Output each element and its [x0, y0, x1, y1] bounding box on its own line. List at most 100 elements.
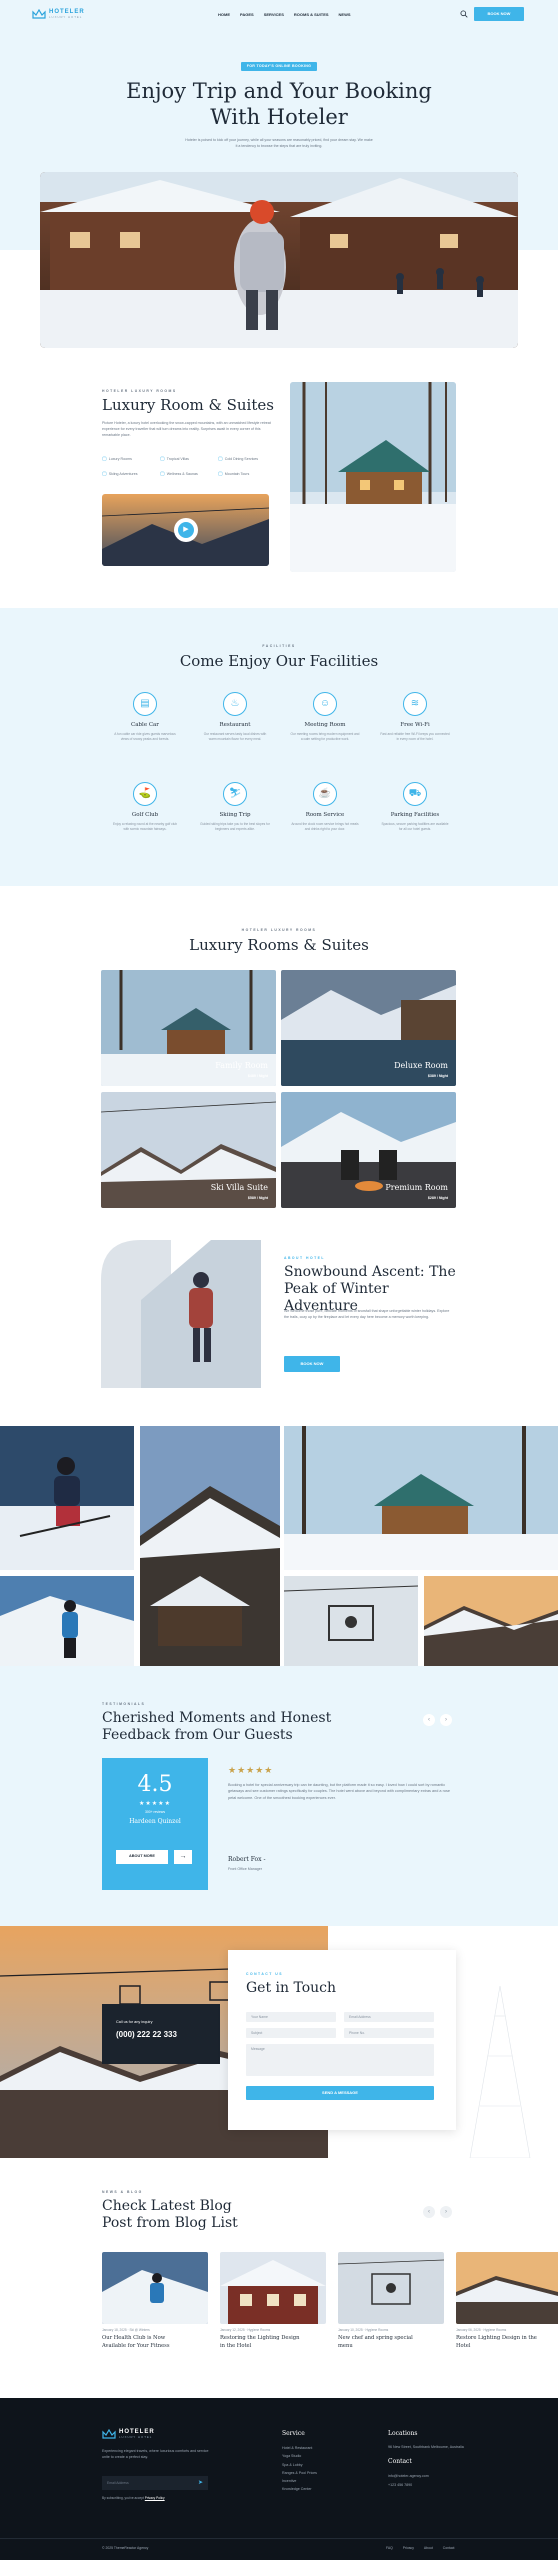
blog-card[interactable]: January 18, 2025 · Ski @ Winters Our Hea… — [102, 2252, 208, 2350]
name-field[interactable]: Your Name — [246, 2012, 336, 2022]
nav-links: HOME PAGES SERVICES ROOMS & SUITES NEWS — [218, 12, 351, 17]
footer-about: Experiencing elegant travels, where luxu… — [102, 2449, 209, 2460]
ski-icon: ▢ — [102, 470, 107, 477]
footer-logo[interactable]: HOTELER LUXURY HOTEL — [102, 2428, 155, 2440]
blog-title: Check Latest Blog Post from Blog List — [102, 2198, 238, 2231]
room-card-deluxe[interactable]: Deluxe Room $389 / Night — [281, 970, 456, 1086]
chevron-right-icon: › — [445, 1716, 447, 1723]
hero-title-line1: Enjoy Trip and Your Booking — [126, 79, 432, 103]
rating-value: 4.5 — [137, 1772, 173, 1797]
chevron-left-icon: ‹ — [428, 1716, 430, 1723]
footer-service-link[interactable]: Hotel & Restaurant — [282, 2444, 317, 2452]
footer-email[interactable]: info@hoteler-agency.com — [388, 2472, 478, 2480]
parking-icon: ⛟ — [403, 782, 427, 806]
facility-golf-club: ⛳ Golf Club Enjoy a relaxing round at th… — [110, 782, 180, 832]
hero-pill-wrap: FOR TODAY'S ONLINE BOOKING — [0, 62, 558, 71]
footer: HOTELER LUXURY HOTEL Experiencing elegan… — [0, 2398, 558, 2560]
subject-field[interactable]: Subject — [246, 2028, 336, 2038]
contact-title: Get in Touch — [246, 1980, 337, 1996]
call-label: Call us for any inquiry — [116, 2020, 153, 2024]
nav-link-news[interactable]: NEWS — [339, 12, 351, 17]
blog-image — [102, 2252, 208, 2324]
about-text: Picture Hoteler, a luxury hotel overlook… — [102, 421, 271, 438]
footer-link-about[interactable]: About — [424, 2546, 433, 2551]
quote-text: Booking a hotel for special anniversary … — [228, 1783, 450, 1800]
golf-icon: ⛳ — [133, 782, 157, 806]
blog-meta: January 06, 2025 · Hygiene Rooms — [456, 2328, 507, 2332]
ascent-book-button[interactable]: BOOK NOW — [284, 1356, 340, 1372]
nav-link-home[interactable]: HOME — [218, 12, 230, 17]
book-now-nav-button[interactable]: BOOK NOW — [474, 7, 524, 21]
play-button[interactable]: ▶ — [174, 518, 198, 542]
send-icon[interactable]: ➤ — [198, 2479, 203, 2487]
testimonial-next-button[interactable]: › — [440, 1714, 452, 1726]
footer-brand-tagline: LUXURY HOTEL — [119, 2435, 153, 2440]
email-field[interactable]: Email Address — [344, 2012, 434, 2022]
chevron-left-icon: ‹ — [428, 2208, 430, 2215]
search-icon[interactable] — [460, 10, 468, 18]
footer-service-link[interactable]: Knowledge Center — [282, 2485, 317, 2493]
footer-service-link[interactable]: Spa & Lobby — [282, 2461, 317, 2469]
send-message-button[interactable]: SEND A MESSAGE — [246, 2086, 434, 2100]
footer-divider — [0, 2538, 558, 2539]
facility-parking: ⛟ Parking Facilities Spacious, secure pa… — [380, 782, 450, 832]
footer-locations-title: Locations — [388, 2430, 418, 2437]
feature-item: ▢ Wellness & Saunas — [160, 470, 198, 477]
feature-item: ▢ Luxury Rooms — [102, 456, 132, 462]
top-nav: HOTELER LUXURY HOTEL HOME PAGES SERVICES… — [0, 0, 558, 28]
nav-link-services[interactable]: SERVICES — [264, 12, 284, 17]
chevron-right-icon: › — [445, 2208, 447, 2215]
rating-stars: ★★★★★ — [139, 1800, 171, 1807]
facility-restaurant: ♨ Restaurant Our restaurant serves tasty… — [200, 692, 270, 742]
footer-link-contact[interactable]: Contact — [443, 2546, 455, 2551]
footer-service-link[interactable]: Ranges & Pool Prices — [282, 2469, 317, 2477]
message-field[interactable]: Message — [246, 2044, 434, 2076]
footer-link-privacy[interactable]: Privacy — [403, 2546, 414, 2551]
footer-contact-title: Contact — [388, 2458, 412, 2466]
blog-card[interactable]: January 12, 2025 · Hygiene Rooms Restori… — [220, 2252, 326, 2350]
room-card-family[interactable]: Family Room $489 / Night — [101, 970, 276, 1086]
about-title: Luxury Room & Suites — [102, 396, 274, 414]
facilities-eyebrow: FACILITIES — [262, 644, 296, 648]
nav-link-pages[interactable]: PAGES — [240, 12, 254, 17]
privacy-link[interactable]: Privacy Policy — [145, 2496, 165, 2500]
about-features: ▢ Luxury Rooms ▢ Tropical Villas ▢ Cold Din… — [102, 456, 272, 478]
blog-card[interactable]: January 06, 2025 · Hygiene Rooms Restore… — [456, 2252, 558, 2350]
room-card-premium[interactable]: Premium Room $289 / Night — [281, 1092, 456, 1208]
hero-lead-line1: Hoteler is poised to kick off your journ… — [185, 138, 373, 142]
footer-phone[interactable]: +123 456 7890 — [388, 2481, 478, 2489]
room-card-ski-villa[interactable]: Ski Villa Suite $589 / Night — [101, 1092, 276, 1208]
about-video-thumbnail[interactable]: ▶ — [102, 494, 269, 566]
footer-service-link[interactable]: Incentive — [282, 2477, 317, 2485]
footer-service-col: Service Hotel & Restaurant Yoga Studio S… — [282, 2430, 317, 2494]
mountain-icon: ▢ — [218, 470, 223, 477]
brand-logo[interactable]: HOTELER LUXURY HOTEL — [32, 8, 85, 20]
quote-author: Robert Fox - — [228, 1856, 266, 1863]
phone-field[interactable]: Phone No. — [344, 2028, 434, 2038]
blog-image — [338, 2252, 444, 2324]
blog-next-button[interactable]: › — [440, 2206, 452, 2218]
footer-link-faq[interactable]: FAQ — [386, 2546, 393, 2551]
blog-card[interactable]: January 10, 2025 · Hygiene Rooms New che… — [338, 2252, 444, 2350]
dining-icon: ▢ — [218, 456, 223, 462]
nav-link-rooms[interactable]: ROOMS & SUITES — [294, 12, 329, 17]
arrow-button[interactable]: → — [174, 1850, 192, 1864]
feature-item: ▢ Tropical Villas — [160, 456, 189, 462]
about-more-button[interactable]: ABOUT MORE — [116, 1850, 168, 1864]
call-phone[interactable]: (000) 222 22 333 — [116, 2030, 177, 2041]
blog-image — [456, 2252, 558, 2324]
testimonial-prev-button[interactable]: ‹ — [423, 1714, 435, 1726]
gallery-image-rooftops — [424, 1576, 558, 1666]
testimonials-eyebrow: TESTIMONIALS — [102, 1702, 146, 1706]
blog-prev-button[interactable]: ‹ — [423, 2206, 435, 2218]
facility-room-service: ☕ Room Service Around the clock room ser… — [290, 782, 360, 832]
skiing-icon: ⛷ — [223, 782, 247, 806]
ascent-text: We welcome those pure, delicate moments … — [284, 1309, 450, 1320]
rating-reviews: 300+ reviews — [144, 1809, 166, 1814]
blog-meta: January 12, 2025 · Hygiene Rooms — [220, 2328, 271, 2332]
meeting-icon: ☺ — [313, 692, 337, 716]
newsletter-form: Email Address ➤ — [102, 2476, 208, 2490]
wifi-icon: ≋ — [403, 692, 427, 716]
newsletter-input[interactable]: Email Address — [107, 2481, 129, 2486]
footer-service-link[interactable]: Yoga Studio — [282, 2452, 317, 2460]
